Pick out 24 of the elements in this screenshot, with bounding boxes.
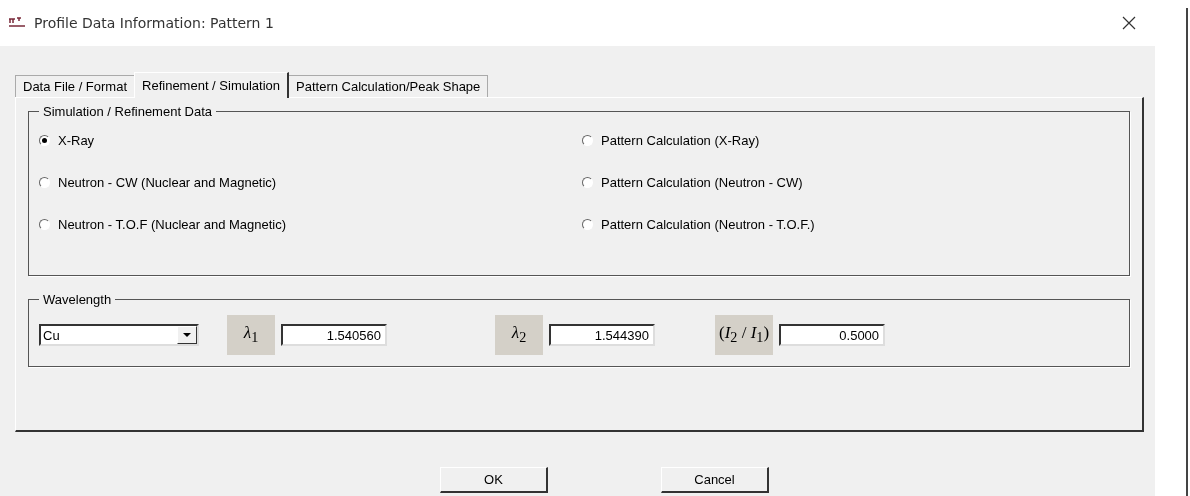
radio-option[interactable]: Pattern Calculation (Neutron - T.O.F.): [582, 217, 1119, 232]
tab[interactable]: Refinement / Simulation: [134, 72, 290, 98]
close-icon[interactable]: [1121, 15, 1137, 31]
app-icon: [8, 17, 26, 29]
dialog-button[interactable]: OK: [440, 467, 548, 493]
tab[interactable]: Pattern Calculation/Peak Shape: [288, 75, 489, 97]
number-field[interactable]: 1.540560: [281, 324, 387, 346]
group-title: Simulation / Refinement Data: [42, 104, 214, 119]
symbol-button[interactable]: λ$_{1}$: [227, 315, 275, 355]
radio-option[interactable]: Neutron - CW (Nuclear and Magnetic): [39, 175, 582, 190]
caret-icon: [177, 326, 197, 344]
radio-option[interactable]: Neutron - T.O.F (Nuclear and Magnetic): [39, 217, 582, 232]
dialog-button[interactable]: Cancel: [661, 467, 769, 493]
number-field[interactable]: 0.5000: [779, 324, 886, 346]
tab[interactable]: Data File / Format: [15, 75, 136, 97]
symbol-button[interactable]: (I$_{2}$ / I$_{1}$): [715, 315, 774, 355]
radio-option[interactable]: X-Ray: [39, 133, 582, 148]
number-field[interactable]: 1.544390: [549, 324, 655, 346]
radio-option[interactable]: Pattern Calculation (X-Ray): [582, 133, 1119, 148]
symbol-button[interactable]: λ$_{2}$: [495, 315, 543, 355]
group-title: Wavelength: [42, 292, 113, 307]
source-dropdown[interactable]: Cu: [39, 324, 199, 346]
window-title: Profile Data Information: Pattern 1: [34, 15, 274, 31]
radio-option[interactable]: Pattern Calculation (Neutron - CW): [582, 175, 1119, 190]
